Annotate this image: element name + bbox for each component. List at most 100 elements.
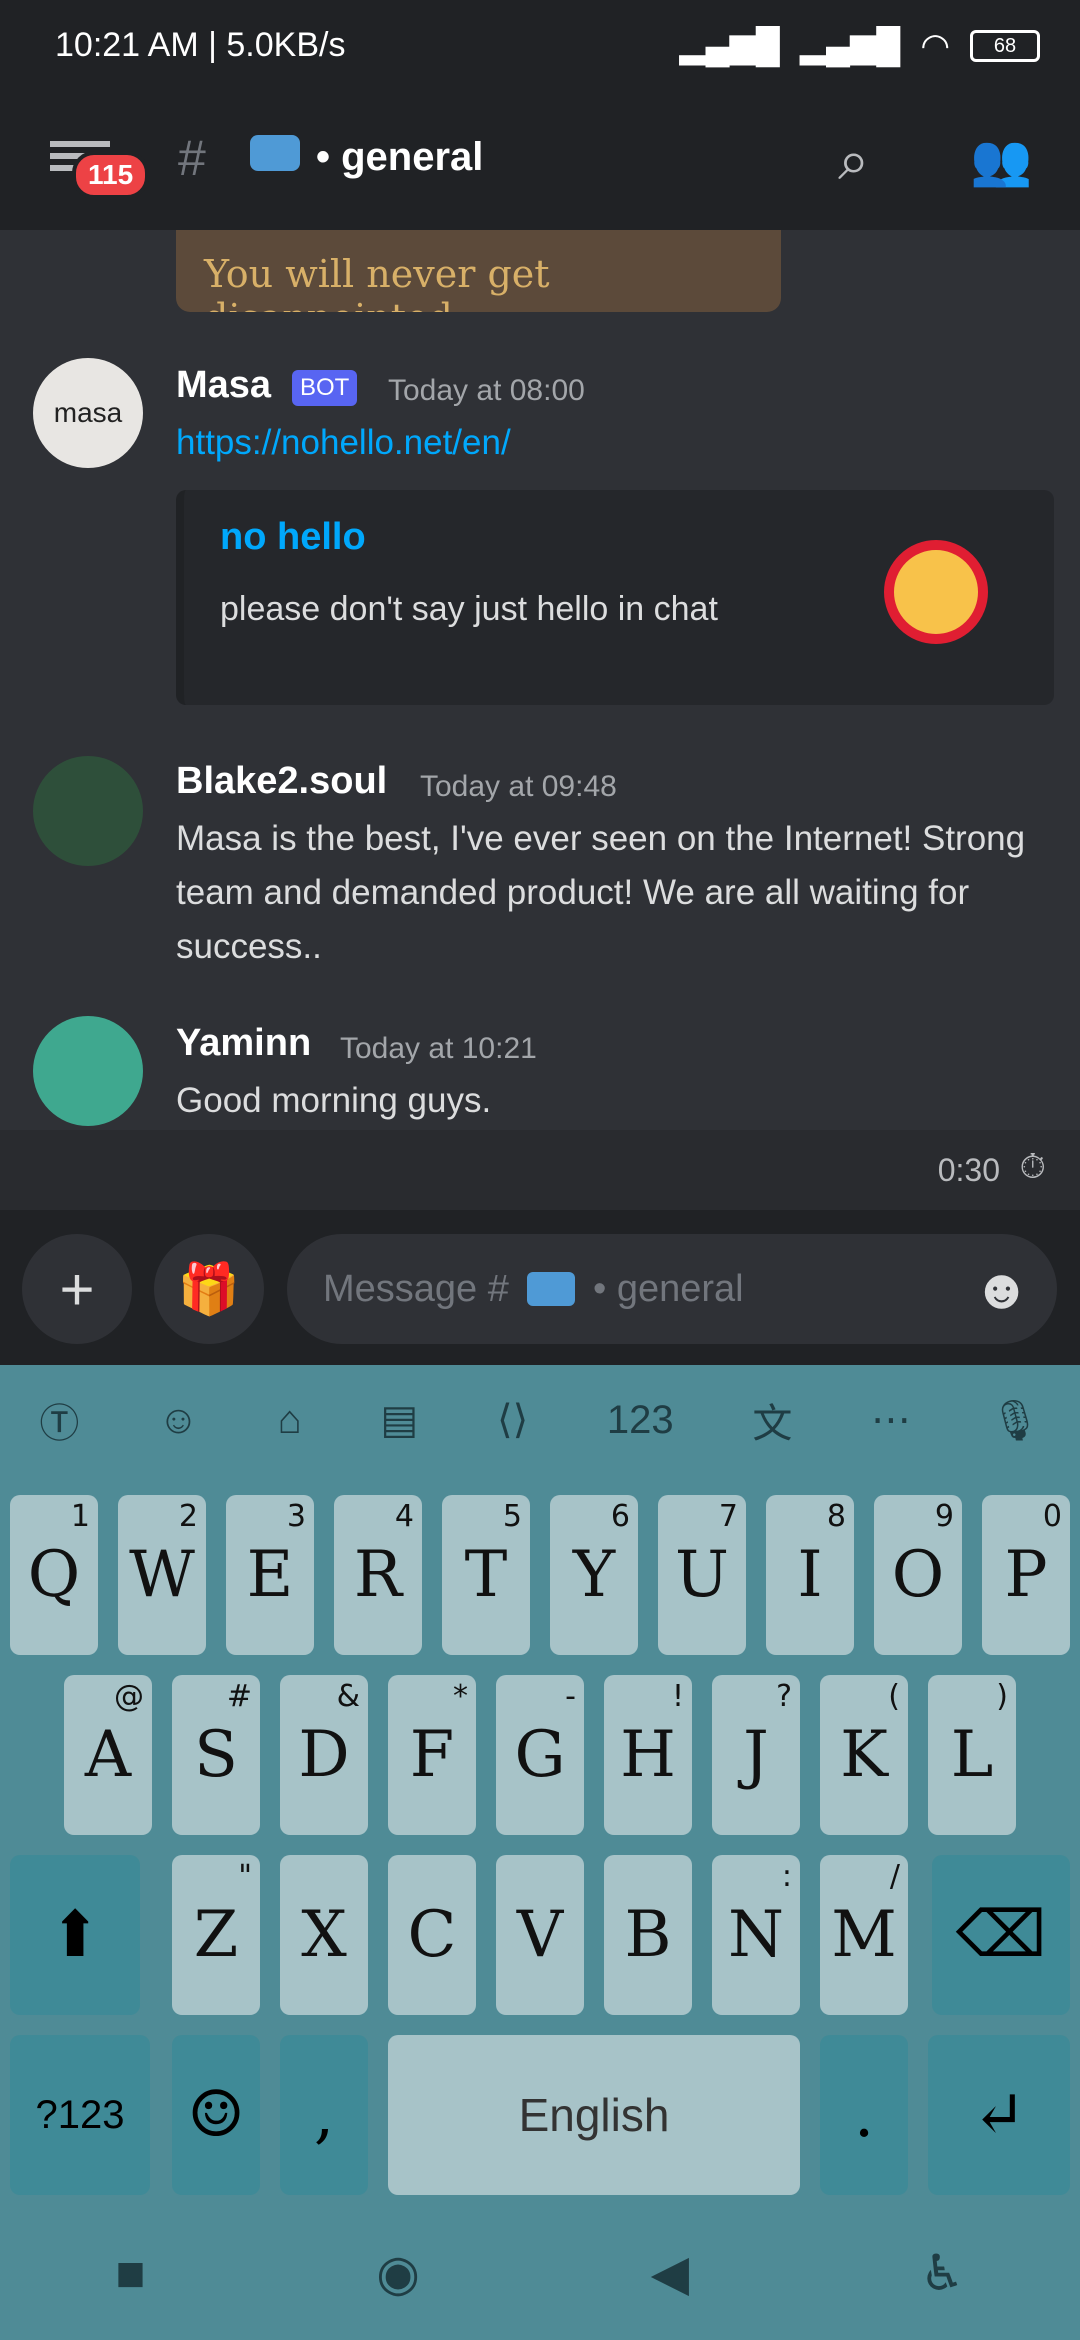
key-label: , xyxy=(313,2078,335,2152)
author-name[interactable]: Blake2.soul xyxy=(176,760,387,803)
comma-key[interactable]: , xyxy=(280,2035,368,2195)
key-label: E xyxy=(246,1538,294,1612)
clipboard-icon[interactable]: ▤ xyxy=(380,1397,418,1443)
code-icon[interactable]: ⟨⟩ xyxy=(497,1397,528,1443)
key-label: English xyxy=(518,2089,670,2141)
gift-button[interactable]: 🎁 xyxy=(154,1234,264,1344)
key-label: O xyxy=(891,1538,945,1612)
key-label: W xyxy=(129,1538,195,1612)
key-hint: 3 xyxy=(286,1499,306,1534)
key-m[interactable]: M / xyxy=(820,1855,908,2015)
key-x[interactable]: X xyxy=(280,1855,368,2015)
status-time: 10:21 AM | 5.0KB/s xyxy=(55,26,346,64)
key-r[interactable]: R4 xyxy=(334,1495,422,1655)
key-o[interactable]: O9 xyxy=(874,1495,962,1655)
message-link[interactable]: https://nohello.net/en/ xyxy=(176,416,1036,470)
space-key[interactable]: English xyxy=(388,2035,800,2195)
more-icon[interactable]: ⋯ xyxy=(871,1397,911,1443)
emoji-icon[interactable]: ☻ xyxy=(972,1256,1031,1321)
author-name[interactable]: Yaminn xyxy=(176,1022,311,1065)
accessibility-icon[interactable]: ♿ xyxy=(920,2244,965,2302)
microphone-icon[interactable]: 🎙 xyxy=(990,1397,1041,1444)
message-input[interactable]: Message # • general ☻ xyxy=(287,1234,1057,1344)
key-n[interactable]: N: xyxy=(712,1855,800,2015)
key-label: B xyxy=(624,1898,672,1972)
key-label: S xyxy=(194,1718,238,1792)
gif-image[interactable]: You will never get disappointed xyxy=(176,230,781,312)
key-a[interactable]: A @ xyxy=(64,1675,152,1835)
key-j[interactable]: J? xyxy=(712,1675,800,1835)
members-icon[interactable]: 👥 xyxy=(970,131,1032,190)
key-hint: 0 xyxy=(1042,1499,1062,1534)
link-embed[interactable]: no hello please don't say just hello in … xyxy=(176,490,1054,705)
author-name[interactable]: Masa xyxy=(176,364,271,407)
key-p[interactable]: P0 xyxy=(982,1495,1070,1655)
input-placeholder: Message # xyxy=(323,1268,509,1310)
message-text: Good morning guys. xyxy=(176,1081,492,1120)
key-hint: @ xyxy=(114,1679,144,1714)
emoji-icon: ☺ xyxy=(187,2078,245,2152)
key-h[interactable]: H! xyxy=(604,1675,692,1835)
no-wave-icon xyxy=(884,540,988,644)
key-w[interactable]: W2 xyxy=(118,1495,206,1655)
numbers-icon[interactable]: 123 xyxy=(607,1398,674,1443)
key-hint: : xyxy=(781,1859,792,1894)
key-c[interactable]: C xyxy=(388,1855,476,2015)
key-label: R xyxy=(353,1538,403,1612)
home-icon[interactable]: ◉ xyxy=(376,2244,420,2302)
key-hint: 1 xyxy=(70,1499,90,1534)
key-hint: " xyxy=(238,1859,252,1894)
key-label: M xyxy=(831,1898,897,1972)
key-q[interactable]: Q1 xyxy=(10,1495,98,1655)
message-composer: + 🎁 Message # • general ☻ xyxy=(0,1210,1080,1365)
key-y[interactable]: Y6 xyxy=(550,1495,638,1655)
slowmode-timer: 0:30 xyxy=(937,1152,1000,1188)
key-d[interactable]: D & xyxy=(280,1675,368,1835)
emoji-icon[interactable]: ☺ xyxy=(158,1398,199,1443)
message-timestamp: Today at 09:48 xyxy=(420,770,617,803)
key-l[interactable]: L) xyxy=(928,1675,1016,1835)
key-z[interactable]: Z " xyxy=(172,1855,260,2015)
key-f[interactable]: F * xyxy=(388,1675,476,1835)
symbols-key[interactable]: ?123 xyxy=(10,2035,150,2195)
shift-key[interactable]: ⬆ xyxy=(10,1855,140,2015)
key-label: D xyxy=(298,1718,350,1792)
translate-icon[interactable]: 文 xyxy=(752,1391,792,1449)
enter-key[interactable]: ↵ xyxy=(928,2035,1070,2195)
key-hint: ? xyxy=(776,1679,792,1714)
timer-icon: ⏱ xyxy=(1019,1148,1046,1186)
message-list[interactable]: You will never get disappointed masa Mas… xyxy=(0,230,1080,1130)
back-icon[interactable]: ◀ xyxy=(651,2244,689,2302)
recents-icon[interactable]: ■ xyxy=(115,2244,145,2302)
key-label: Z xyxy=(193,1898,239,1972)
key-label: F xyxy=(409,1718,455,1792)
avatar[interactable] xyxy=(33,1016,143,1126)
backspace-key[interactable]: ⌫ xyxy=(932,1855,1070,2015)
keyboard-toolbar: Ⓣ ☺ ⌂ ▤ ⟨⟩ 123 文 ⋯ 🎙 xyxy=(0,1365,1080,1475)
text-tool-icon[interactable]: Ⓣ xyxy=(39,1391,79,1449)
key-g[interactable]: G- xyxy=(496,1675,584,1835)
add-attachment-button[interactable]: + xyxy=(22,1234,132,1344)
key-u[interactable]: U7 xyxy=(658,1495,746,1655)
wifi-icon: ◠ xyxy=(920,27,950,65)
avatar[interactable]: masa xyxy=(33,358,143,468)
key-v[interactable]: V xyxy=(496,1855,584,2015)
key-t[interactable]: T5 xyxy=(442,1495,530,1655)
key-k[interactable]: K( xyxy=(820,1675,908,1835)
key-label: G xyxy=(514,1718,566,1792)
shift-icon: ⬆ xyxy=(48,1898,102,1972)
key-e[interactable]: E3 xyxy=(226,1495,314,1655)
period-key[interactable]: . xyxy=(820,2035,908,2195)
key-s[interactable]: S # xyxy=(172,1675,260,1835)
search-icon[interactable]: ⌕ xyxy=(838,127,869,194)
embed-description: please don't say just hello in chat xyxy=(220,590,718,628)
key-i[interactable]: I8 xyxy=(766,1495,854,1655)
key-label: H xyxy=(620,1718,676,1792)
gift-icon: 🎁 xyxy=(177,1260,241,1317)
key-b[interactable]: B xyxy=(604,1855,692,2015)
key-hint: ! xyxy=(671,1679,684,1714)
store-icon[interactable]: ⌂ xyxy=(278,1398,302,1443)
avatar[interactable] xyxy=(33,756,143,866)
embed-title[interactable]: no hello xyxy=(220,516,366,559)
emoji-key[interactable]: ☺ xyxy=(172,2035,260,2195)
